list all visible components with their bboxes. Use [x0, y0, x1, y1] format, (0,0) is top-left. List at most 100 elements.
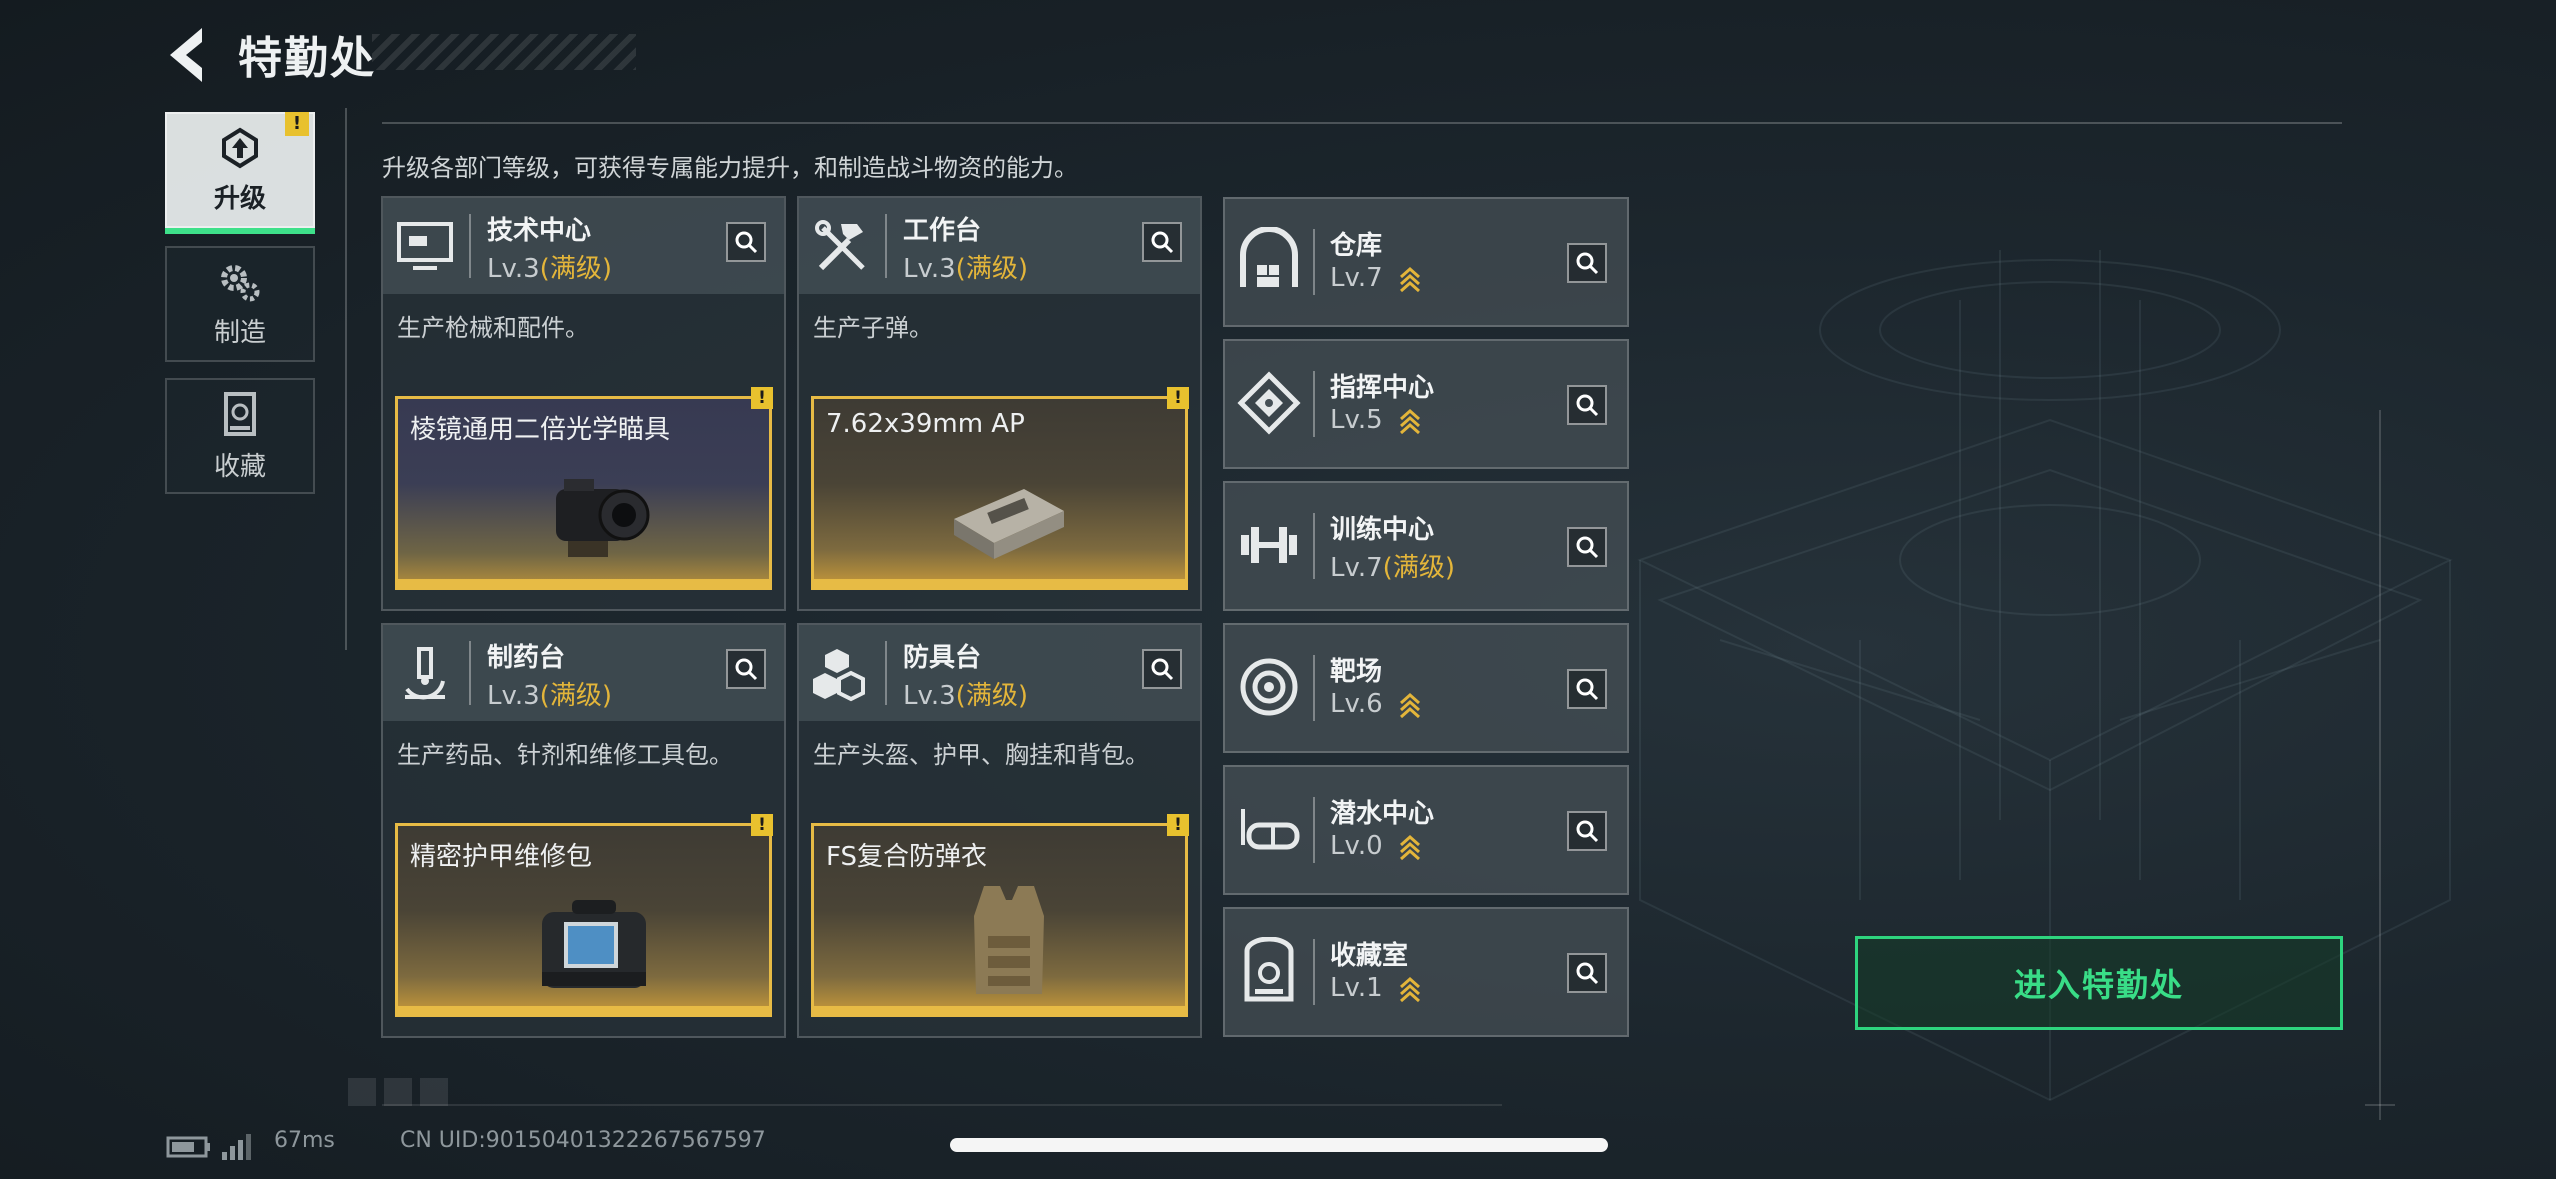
detail-search-button[interactable]: [726, 649, 766, 689]
level-value: Lv.3: [487, 254, 540, 284]
product-slot[interactable]: FS复合防弹衣: [811, 823, 1188, 1017]
target-icon: [1240, 658, 1298, 716]
repair-kit-art: [542, 900, 646, 988]
facility-description: 生产药品、针剂和维修工具包。: [397, 741, 733, 769]
facility-row-diving-center[interactable]: 潜水中心 Lv.0: [1223, 765, 1629, 895]
detail-search-button[interactable]: [1567, 527, 1607, 567]
facility-card-workbench[interactable]: 工作台 Lv.3(满级) 生产子弹。 7.62x39mm AP !: [797, 196, 1202, 611]
facility-row-command-center[interactable]: 指挥中心 Lv.5: [1223, 339, 1629, 469]
facility-name: 收藏室: [1330, 941, 1409, 971]
alert-badge: !: [1167, 814, 1189, 836]
product-slot[interactable]: 棱镜通用二倍光学瞄具: [395, 396, 772, 590]
home-indicator[interactable]: [950, 1138, 1608, 1152]
stage: 特勤处 ! 升级 制造 收藏 升级各部门等级，可获得专属能力提升，和制造战斗物资…: [0, 0, 2556, 1179]
product-name: 棱镜通用二倍光学瞄具: [410, 415, 671, 445]
facility-name: 工作台: [903, 216, 982, 246]
max-level-label: (满级): [955, 254, 1028, 284]
dumbbell-icon: [1241, 527, 1297, 563]
level-value: Lv.3: [903, 254, 956, 284]
facility-name: 训练中心: [1330, 515, 1435, 545]
product-slot[interactable]: 7.62x39mm AP: [811, 396, 1188, 590]
top-divider: [382, 122, 2342, 124]
facility-card-armor-bench[interactable]: 防具台 Lv.3(满级) 生产头盔、护甲、胸挂和背包。 FS复合防弹衣 !: [797, 623, 1202, 1038]
separator: [1313, 655, 1315, 721]
facility-level: Lv.5: [1330, 405, 1421, 435]
detail-search-button[interactable]: [1567, 385, 1607, 425]
separator: [1313, 939, 1315, 1005]
title-decoration: [372, 34, 636, 70]
max-level-label: (满级): [539, 254, 612, 284]
detail-search-button[interactable]: [726, 222, 766, 262]
tab-collection[interactable]: 收藏: [165, 378, 315, 494]
rarity-bar: [398, 1006, 769, 1014]
facility-description: 生产枪械和配件。: [397, 314, 589, 342]
monitor-icon: [397, 222, 453, 270]
facility-row-collection-room[interactable]: 收藏室 Lv.1: [1223, 907, 1629, 1037]
tools-icon: [815, 220, 865, 271]
uid-readout: CN UID:9015040132226756​7597: [400, 1128, 766, 1153]
facility-level: Lv.3(满级): [487, 675, 612, 712]
level-value: Lv.6: [1330, 689, 1383, 719]
level-value: Lv.7: [1330, 553, 1383, 583]
search-icon: [1576, 820, 1599, 843]
separator: [885, 214, 887, 278]
facility-level: Lv.7(满级): [1330, 547, 1455, 584]
upgrade-icon: [222, 127, 258, 168]
facility-name: 仓库: [1330, 231, 1383, 261]
facility-name: 防具台: [903, 643, 982, 673]
facility-level: Lv.7: [1330, 263, 1421, 293]
facility-card-tech-center[interactable]: 技术中心 Lv.3(满级) 生产枪械和配件。 棱镜通用二倍光学瞄具 !: [381, 196, 786, 611]
search-icon: [1576, 962, 1599, 985]
facility-row-training-center[interactable]: 训练中心 Lv.7(满级): [1223, 481, 1629, 611]
enter-special-ops-button[interactable]: 进入特勤处: [1855, 936, 2343, 1030]
facility-name: 指挥中心: [1330, 373, 1435, 403]
alert-badge: !: [285, 112, 309, 136]
upgrade-available-icon: [1399, 408, 1420, 434]
facility-level: Lv.6: [1330, 689, 1421, 719]
facility-card-pharmacy[interactable]: 制药台 Lv.3(满级) 生产药品、针剂和维修工具包。 精密护甲维修包 !: [381, 623, 786, 1038]
facility-name: 潜水中心: [1330, 799, 1435, 829]
battery-signal-icon: [166, 1134, 251, 1160]
facility-row-warehouse[interactable]: 仓库 Lv.7: [1223, 197, 1629, 327]
level-value: Lv.3: [487, 681, 540, 711]
command-chip-icon: [1237, 371, 1301, 435]
search-icon: [1576, 394, 1599, 417]
microscope-icon: [405, 647, 445, 700]
separator: [1313, 513, 1315, 579]
facility-level: Lv.1: [1330, 973, 1421, 1003]
collection-room-icon: [1244, 937, 1294, 1002]
separator: [1313, 371, 1315, 437]
rarity-bar: [398, 579, 769, 587]
diving-mask-icon: [1241, 809, 1300, 850]
search-icon: [1151, 231, 1174, 254]
separator: [469, 214, 471, 278]
detail-search-button[interactable]: [1567, 953, 1607, 993]
facility-name: 技术中心: [487, 216, 592, 246]
separator: [885, 641, 887, 705]
detail-search-button[interactable]: [1567, 811, 1607, 851]
detail-search-button[interactable]: [1567, 243, 1607, 283]
tab-craft[interactable]: 制造: [165, 246, 315, 362]
back-button[interactable]: [160, 22, 220, 88]
facility-level: Lv.3(满级): [903, 675, 1028, 712]
max-level-label: (满级): [1382, 553, 1455, 583]
product-slot[interactable]: 精密护甲维修包: [395, 823, 772, 1017]
upgrade-available-icon: [1399, 834, 1420, 860]
level-value: Lv.3: [903, 681, 956, 711]
tab-label: 收藏: [213, 451, 266, 482]
max-level-label: (满级): [539, 681, 612, 711]
detail-search-button[interactable]: [1567, 669, 1607, 709]
max-level-label: (满级): [955, 681, 1028, 711]
product-name: 7.62x39mm AP: [826, 409, 1025, 439]
separator: [469, 641, 471, 705]
back-arrow-icon: [170, 28, 202, 82]
upgrade-available-icon: [1399, 976, 1420, 1002]
product-name: 精密护甲维修包: [410, 842, 593, 872]
facility-row-shooting-range[interactable]: 靶场 Lv.6: [1223, 623, 1629, 753]
gears-icon: [221, 264, 260, 301]
detail-search-button[interactable]: [1142, 649, 1182, 689]
search-icon: [735, 658, 758, 681]
tab-upgrade[interactable]: ! 升级: [165, 112, 315, 234]
facility-level: Lv.3(满级): [487, 248, 612, 285]
detail-search-button[interactable]: [1142, 222, 1182, 262]
